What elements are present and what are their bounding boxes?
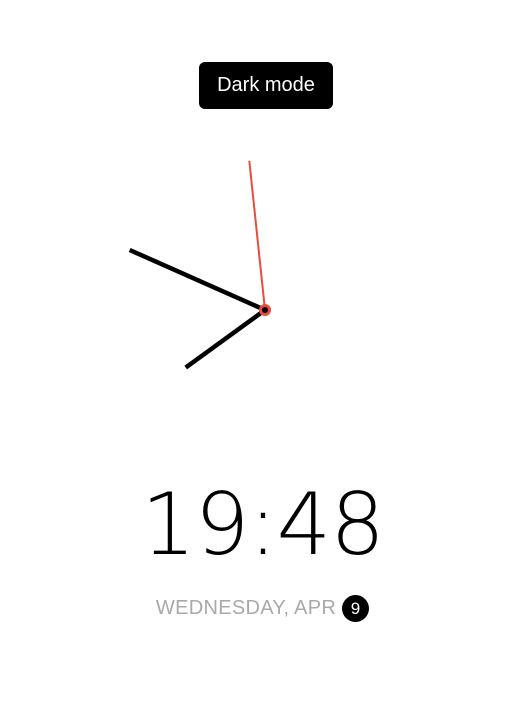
day-badge: 9 <box>342 594 370 622</box>
second-hand <box>248 160 266 311</box>
date-text: WEDNESDAY, APR <box>155 597 337 619</box>
minute-hand <box>128 247 266 313</box>
date-display: WEDNESDAY, APR 9 <box>0 594 525 622</box>
analog-clock <box>128 160 271 370</box>
clock-center-dot <box>262 307 268 313</box>
hour-hand <box>184 308 267 370</box>
digital-time: 19:48 <box>141 475 385 575</box>
